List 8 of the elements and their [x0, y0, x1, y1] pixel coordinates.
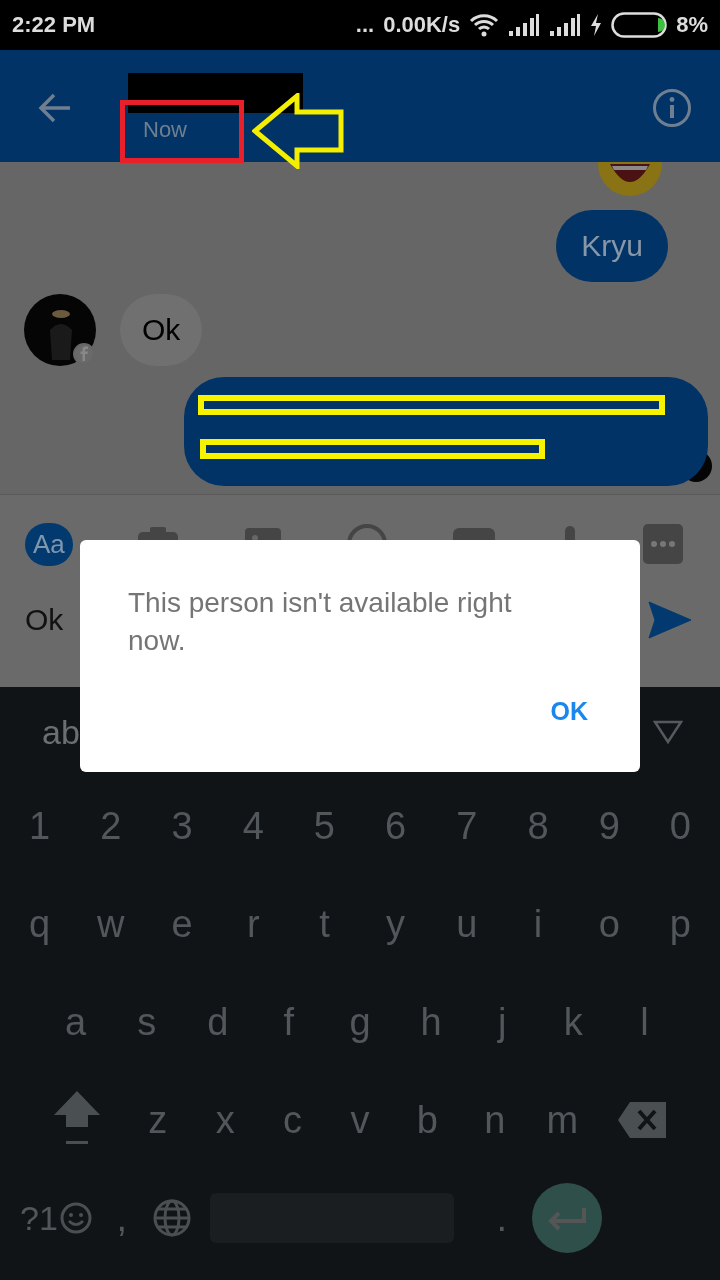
active-status: Now	[143, 117, 188, 143]
network-speed: 0.00K/s	[383, 12, 461, 38]
battery-percent: 8%	[676, 12, 708, 38]
activity-indicator: ...	[355, 12, 375, 38]
clock: 2:22 PM	[12, 12, 96, 38]
message-bubble: Kryu	[556, 210, 668, 282]
message-bubble: Ok	[120, 294, 203, 366]
dialog-message: This person isn't available right now.	[128, 586, 513, 658]
